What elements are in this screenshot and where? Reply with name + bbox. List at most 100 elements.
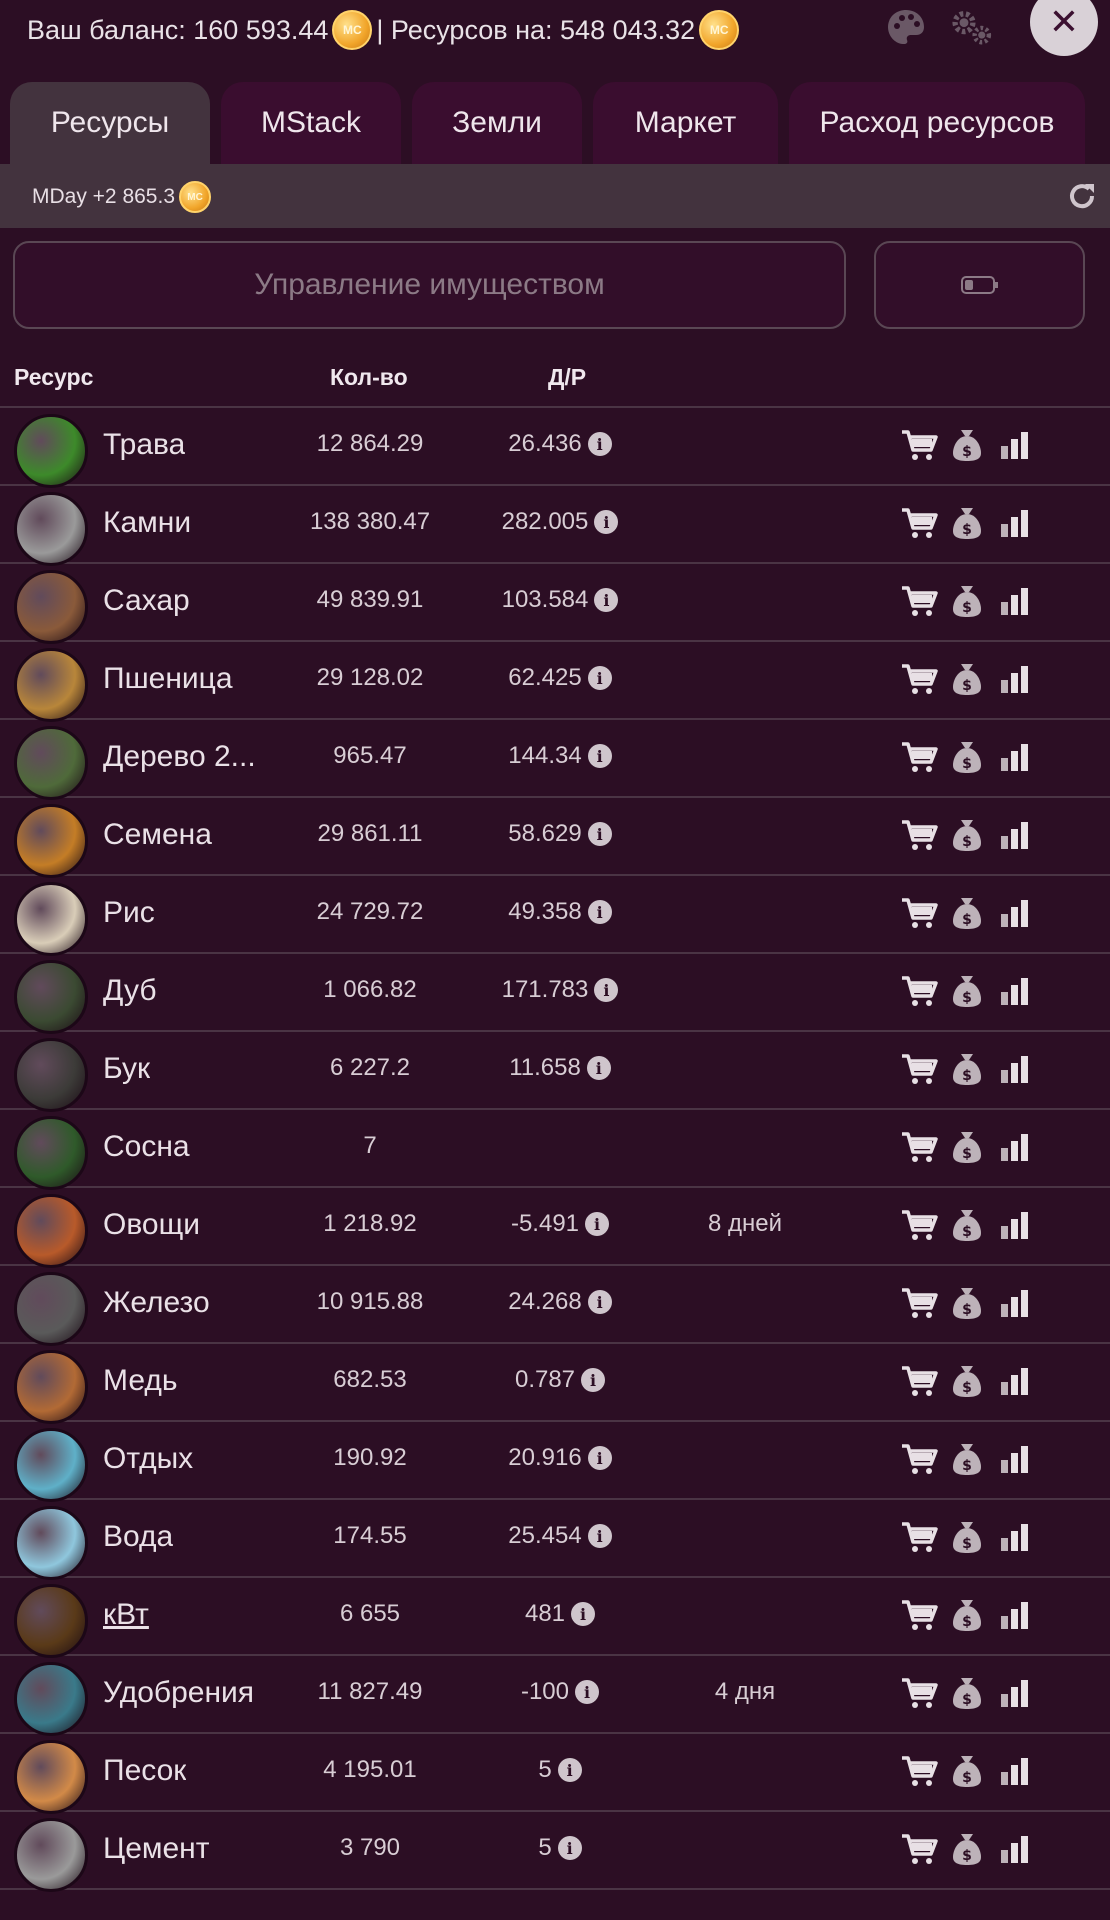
bar-chart-icon[interactable] [996, 1050, 1034, 1088]
money-bag-icon[interactable]: $ [948, 504, 986, 542]
table-row: Семена 29 861.11 58.629 i $ [0, 798, 1110, 878]
dr-value: 481 [524, 1600, 566, 1627]
bar-chart-icon[interactable] [996, 1440, 1034, 1478]
bar-chart-icon[interactable] [996, 504, 1034, 542]
money-bag-icon[interactable]: $ [948, 582, 986, 620]
money-bag-icon[interactable]: $ [948, 1128, 986, 1166]
cart-icon[interactable] [900, 1518, 938, 1556]
cart-icon[interactable] [900, 894, 938, 932]
money-bag-icon[interactable]: $ [948, 426, 986, 464]
tab-market[interactable]: Маркет [593, 82, 778, 164]
money-bag-icon[interactable]: $ [948, 1284, 986, 1322]
table-row: Вода 174.55 25.454 i $ [0, 1500, 1110, 1580]
resource-image [14, 1272, 88, 1346]
info-icon[interactable]: i [594, 588, 619, 612]
svg-text:$: $ [962, 444, 972, 460]
mday-info: MDay +2 865.3 MC [32, 181, 212, 213]
info-icon[interactable]: i [587, 432, 612, 456]
money-bag-icon[interactable]: $ [948, 1752, 986, 1790]
cart-icon[interactable] [900, 1674, 938, 1712]
info-icon[interactable]: i [586, 1056, 611, 1080]
bar-chart-icon[interactable] [996, 816, 1034, 854]
tab-resource-consumption[interactable]: Расход ресурсов [789, 82, 1085, 164]
money-bag-icon[interactable]: $ [948, 1050, 986, 1088]
gears-icon[interactable] [948, 4, 996, 52]
bar-chart-icon[interactable] [996, 1752, 1034, 1790]
info-icon[interactable]: i [587, 744, 612, 768]
cart-icon[interactable] [900, 738, 938, 776]
resource-qty: 7 [363, 1132, 377, 1159]
resource-name[interactable]: кВт [103, 1598, 149, 1632]
cart-icon[interactable] [900, 1830, 938, 1868]
cart-icon[interactable] [900, 1362, 938, 1400]
dr-value: 26.436 [508, 430, 582, 457]
battery-button[interactable] [874, 241, 1085, 329]
cart-icon[interactable] [900, 504, 938, 542]
info-icon[interactable]: i [557, 1758, 582, 1782]
table-row: Цемент 3 790 5i $ [0, 1812, 1110, 1892]
info-icon[interactable]: i [587, 1446, 612, 1470]
bar-chart-icon[interactable] [996, 1128, 1034, 1166]
table-row: Медь 682.53 0.787 i $ [0, 1344, 1110, 1424]
cart-icon[interactable] [900, 1050, 938, 1088]
close-button[interactable]: ✕ [1030, 0, 1098, 56]
money-bag-icon[interactable]: $ [948, 894, 986, 932]
table-row: Бук 6 227.2 11.658 i $ [0, 1032, 1110, 1112]
bar-chart-icon[interactable] [996, 1518, 1034, 1556]
bar-chart-icon[interactable] [996, 894, 1034, 932]
money-bag-icon[interactable]: $ [948, 1518, 986, 1556]
palette-icon[interactable] [882, 4, 930, 52]
money-bag-icon[interactable]: $ [948, 1206, 986, 1244]
tab-mstack[interactable]: MStack [221, 82, 401, 164]
info-icon[interactable]: i [587, 822, 612, 846]
info-icon[interactable]: i [587, 1524, 612, 1548]
info-icon[interactable]: i [587, 900, 612, 924]
bar-chart-icon[interactable] [996, 1830, 1034, 1868]
cart-icon[interactable] [900, 972, 938, 1010]
bar-chart-icon[interactable] [996, 1674, 1034, 1712]
money-bag-icon[interactable]: $ [948, 660, 986, 698]
svg-text:$: $ [962, 1692, 972, 1708]
info-icon[interactable]: i [594, 510, 619, 534]
info-icon[interactable]: i [585, 1212, 610, 1236]
info-icon[interactable]: i [557, 1836, 582, 1860]
manage-property-button[interactable]: Управление имуществом [13, 241, 846, 329]
money-bag-icon[interactable]: $ [948, 1830, 986, 1868]
money-bag-icon[interactable]: $ [948, 738, 986, 776]
cart-icon[interactable] [900, 426, 938, 464]
tab-lands[interactable]: Земли [412, 82, 582, 164]
bar-chart-icon[interactable] [996, 1284, 1034, 1322]
bar-chart-icon[interactable] [996, 738, 1034, 776]
info-icon[interactable]: i [575, 1680, 600, 1704]
bar-chart-icon[interactable] [996, 1362, 1034, 1400]
cart-icon[interactable] [900, 1752, 938, 1790]
cart-icon[interactable] [900, 1284, 938, 1322]
cart-icon[interactable] [900, 1440, 938, 1478]
bar-chart-icon[interactable] [996, 582, 1034, 620]
bar-chart-icon[interactable] [996, 426, 1034, 464]
svg-text:$: $ [962, 1068, 972, 1084]
money-bag-icon[interactable]: $ [948, 816, 986, 854]
bar-chart-icon[interactable] [996, 972, 1034, 1010]
cart-icon[interactable] [900, 816, 938, 854]
cart-icon[interactable] [900, 1128, 938, 1166]
bar-chart-icon[interactable] [996, 1206, 1034, 1244]
cart-icon[interactable] [900, 1596, 938, 1634]
bar-chart-icon[interactable] [996, 660, 1034, 698]
refresh-icon[interactable] [1064, 178, 1100, 214]
cart-icon[interactable] [900, 582, 938, 620]
info-icon[interactable]: i [571, 1602, 596, 1626]
bar-chart-icon[interactable] [996, 1596, 1034, 1634]
tab-resources[interactable]: Ресурсы [10, 82, 210, 164]
money-bag-icon[interactable]: $ [948, 972, 986, 1010]
info-icon[interactable]: i [581, 1368, 606, 1392]
info-icon[interactable]: i [594, 978, 619, 1002]
cart-icon[interactable] [900, 660, 938, 698]
info-icon[interactable]: i [587, 1290, 612, 1314]
money-bag-icon[interactable]: $ [948, 1362, 986, 1400]
info-icon[interactable]: i [587, 666, 612, 690]
money-bag-icon[interactable]: $ [948, 1596, 986, 1634]
cart-icon[interactable] [900, 1206, 938, 1244]
money-bag-icon[interactable]: $ [948, 1674, 986, 1712]
money-bag-icon[interactable]: $ [948, 1440, 986, 1478]
